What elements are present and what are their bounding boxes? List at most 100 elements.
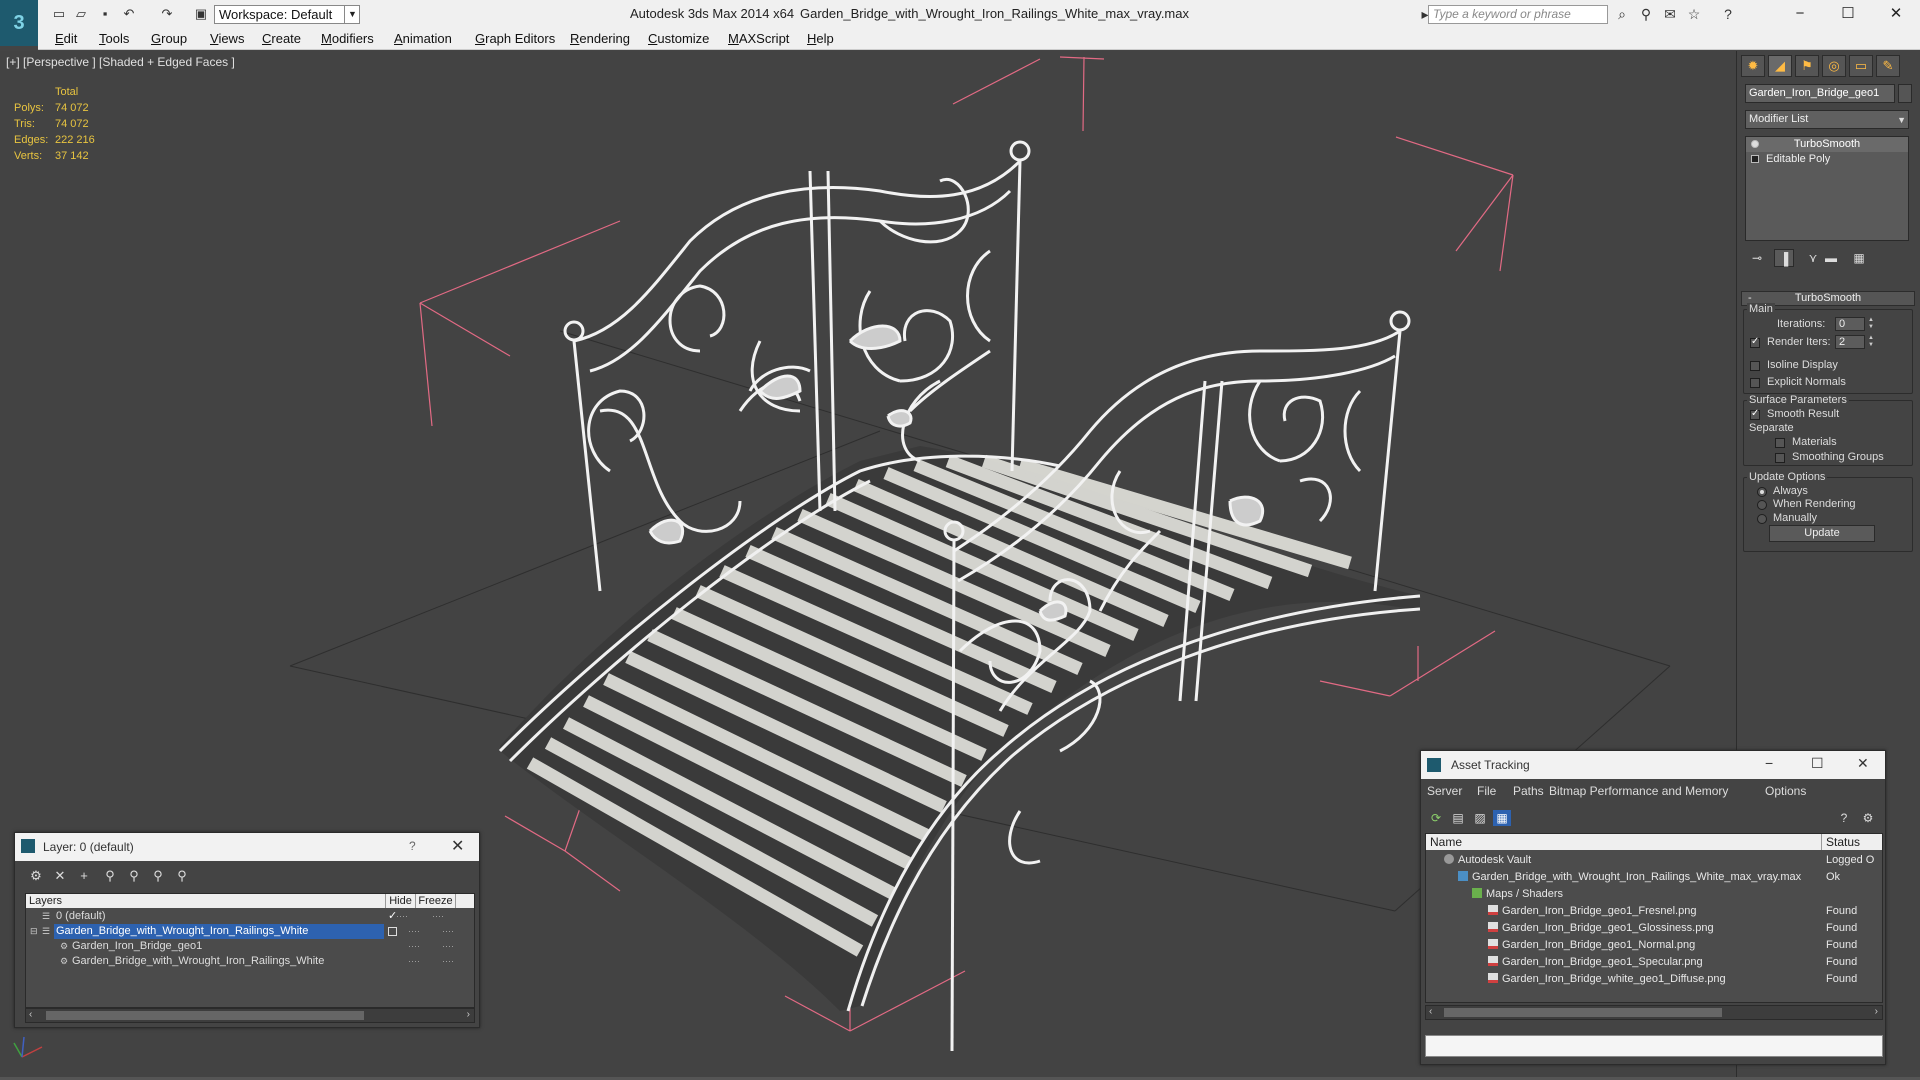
- new-layer-icon[interactable]: ⚙: [25, 867, 47, 885]
- object-name-field[interactable]: Garden_Iron_Bridge_geo1: [1745, 84, 1895, 103]
- table-view-icon[interactable]: ▦: [1493, 810, 1511, 826]
- maximize-icon[interactable]: ☐: [1811, 755, 1824, 772]
- help-icon[interactable]: ?: [1718, 6, 1738, 22]
- menu-edit[interactable]: Edit: [55, 31, 77, 46]
- hierarchy-tab-icon[interactable]: ⚑: [1795, 55, 1819, 77]
- spinner-arrows-icon[interactable]: ▲ ▼: [1867, 335, 1875, 349]
- set-active-icon[interactable]: [388, 927, 397, 936]
- layer-row[interactable]: ⚙ Garden_Iron_Bridge_geo1 ···· ····: [26, 939, 474, 954]
- show-end-result-icon[interactable]: ▐: [1774, 249, 1794, 267]
- asset-menu-paths[interactable]: Paths: [1513, 784, 1544, 798]
- layer-tree[interactable]: Layers Hide Freeze ☰ 0 (default) ✓ ···· …: [25, 893, 475, 1008]
- utilities-tab-icon[interactable]: ✎: [1876, 55, 1900, 77]
- minimize-window-icon[interactable]: −: [1780, 2, 1820, 26]
- hide-toggle[interactable]: ····: [396, 909, 408, 924]
- close-icon[interactable]: ✕: [451, 836, 464, 856]
- hide-toggle[interactable]: ····: [408, 924, 420, 939]
- column-freeze[interactable]: Freeze: [416, 894, 456, 908]
- column-layers[interactable]: Layers: [26, 894, 386, 908]
- modify-tab-icon[interactable]: ◢: [1768, 55, 1792, 77]
- scrollbar-thumb[interactable]: [46, 1011, 364, 1020]
- close-window-icon[interactable]: ✕: [1876, 2, 1916, 26]
- help-icon[interactable]: ?: [409, 839, 416, 853]
- asset-row[interactable]: Garden_Bridge_with_Wrought_Iron_Railings…: [1426, 869, 1882, 886]
- render-iters-checkbox[interactable]: [1750, 336, 1760, 348]
- spinner-arrows-icon[interactable]: ▲ ▼: [1867, 317, 1875, 331]
- thumbnail-view-icon[interactable]: ▨: [1471, 810, 1489, 826]
- scroll-right-icon[interactable]: ›: [467, 1009, 470, 1020]
- menu-animation[interactable]: Animation: [394, 31, 452, 46]
- horizontal-scrollbar[interactable]: ‹ ›: [25, 1008, 475, 1023]
- menu-views[interactable]: Views: [210, 31, 244, 46]
- menu-customize[interactable]: Customize: [648, 31, 709, 46]
- menu-group[interactable]: Group: [151, 31, 187, 46]
- layer-row[interactable]: ⚙ Garden_Bridge_with_Wrought_Iron_Railin…: [26, 954, 474, 969]
- maximize-window-icon[interactable]: ☐: [1828, 2, 1868, 26]
- menu-maxscript[interactable]: MAXScript: [728, 31, 789, 46]
- save-icon[interactable]: ▪: [96, 6, 114, 22]
- asset-menu-server[interactable]: Server: [1427, 784, 1462, 798]
- explicit-normals-checkbox[interactable]: [1750, 378, 1760, 388]
- menu-rendering[interactable]: Rendering: [570, 31, 630, 46]
- materials-checkbox[interactable]: [1775, 438, 1785, 448]
- menu-create[interactable]: Create: [262, 31, 301, 46]
- smooth-result-checkbox[interactable]: [1750, 408, 1760, 420]
- communication-center-icon[interactable]: ✉: [1660, 6, 1680, 22]
- select-objects-icon[interactable]: ⚲: [99, 867, 121, 885]
- configure-modifier-sets-icon[interactable]: ▦: [1849, 249, 1869, 267]
- hide-toggle[interactable]: ····: [408, 954, 420, 969]
- horizontal-scrollbar[interactable]: ‹ ›: [1425, 1005, 1883, 1020]
- minimize-icon[interactable]: −: [1765, 755, 1773, 771]
- modifier-stack[interactable]: TurboSmooth Editable Poly: [1745, 136, 1909, 241]
- layer-dialog-titlebar[interactable]: Layer: 0 (default) ? ✕: [15, 833, 479, 861]
- freeze-toggle[interactable]: ····: [432, 909, 444, 924]
- stack-item-turbosmooth[interactable]: TurboSmooth: [1746, 137, 1908, 152]
- favorites-star-icon[interactable]: ☆: [1684, 6, 1704, 22]
- asset-table[interactable]: Name Status Autodesk Vault Logged O Gard…: [1425, 833, 1883, 1003]
- layer-row[interactable]: ☰ 0 (default) ✓ ···· ····: [26, 909, 474, 924]
- when-rendering-radio[interactable]: [1757, 500, 1767, 510]
- freeze-all-layers-icon[interactable]: ⚲: [171, 867, 193, 885]
- isoline-display-checkbox[interactable]: [1750, 361, 1760, 371]
- asset-row[interactable]: Maps / Shaders: [1426, 886, 1882, 903]
- app-logo-icon[interactable]: 3: [0, 0, 38, 46]
- modifier-list-dropdown[interactable]: Modifier List ▼: [1745, 110, 1909, 129]
- asset-row[interactable]: Garden_Iron_Bridge_geo1_Normal.png Found: [1426, 937, 1882, 954]
- make-unique-icon[interactable]: ⋎: [1803, 249, 1823, 267]
- asset-row[interactable]: Garden_Iron_Bridge_white_geo1_Diffuse.pn…: [1426, 971, 1882, 988]
- asset-row[interactable]: Autodesk Vault Logged O: [1426, 852, 1882, 869]
- add-to-layer-icon[interactable]: +: [73, 867, 95, 885]
- asset-tracking-titlebar[interactable]: Asset Tracking − ☐ ✕: [1421, 751, 1885, 779]
- chevron-down-icon[interactable]: ▼: [344, 5, 360, 24]
- manually-radio[interactable]: [1757, 514, 1767, 524]
- asset-row[interactable]: Garden_Iron_Bridge_geo1_Glossiness.png F…: [1426, 920, 1882, 937]
- motion-tab-icon[interactable]: ◎: [1822, 55, 1846, 77]
- object-color-swatch[interactable]: [1898, 84, 1912, 103]
- project-folder-icon[interactable]: ▣: [192, 6, 210, 22]
- always-radio[interactable]: [1757, 487, 1767, 497]
- smoothing-groups-checkbox[interactable]: [1775, 453, 1785, 463]
- scroll-left-icon[interactable]: ‹: [1429, 1006, 1432, 1017]
- refresh-icon[interactable]: ⟳: [1427, 810, 1445, 826]
- highlight-layer-icon[interactable]: ⚲: [123, 867, 145, 885]
- create-tab-icon[interactable]: ✹: [1741, 55, 1765, 77]
- scroll-left-icon[interactable]: ‹: [29, 1009, 32, 1020]
- column-hide[interactable]: Hide: [386, 894, 416, 908]
- remove-modifier-icon[interactable]: ▬: [1821, 249, 1841, 267]
- help-icon[interactable]: ?: [1835, 810, 1853, 826]
- asset-menu-options[interactable]: Options: [1765, 784, 1806, 798]
- asset-row[interactable]: Garden_Iron_Bridge_geo1_Specular.png Fou…: [1426, 954, 1882, 971]
- subscription-icon[interactable]: ⚲: [1636, 6, 1656, 22]
- asset-menu-bitmap[interactable]: Bitmap Performance and Memory: [1549, 784, 1728, 798]
- search-input[interactable]: Type a keyword or phrase: [1428, 5, 1608, 24]
- freeze-toggle[interactable]: ····: [442, 924, 454, 939]
- hide-toggle[interactable]: ····: [408, 939, 420, 954]
- asset-row[interactable]: Garden_Iron_Bridge_geo1_Fresnel.png Foun…: [1426, 903, 1882, 920]
- asset-path-field[interactable]: [1425, 1035, 1883, 1057]
- scroll-right-icon[interactable]: ›: [1875, 1006, 1878, 1017]
- freeze-toggle[interactable]: ····: [442, 939, 454, 954]
- pin-stack-icon[interactable]: ⊸: [1747, 249, 1767, 267]
- scrollbar-thumb[interactable]: [1444, 1008, 1722, 1017]
- menu-graph-editors[interactable]: Graph Editors: [475, 31, 555, 46]
- asset-menu-file[interactable]: File: [1477, 784, 1496, 798]
